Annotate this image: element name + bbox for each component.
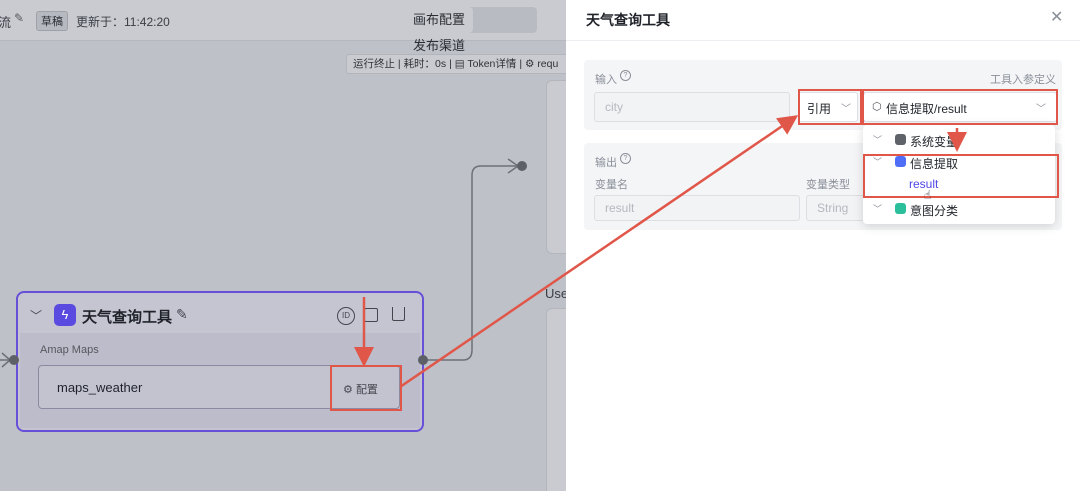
token-icon: ▤ xyxy=(454,58,465,70)
close-icon[interactable]: ✕ xyxy=(1050,7,1063,27)
settings-icon: ⚙ xyxy=(343,384,353,396)
input-label: 输入 xyxy=(595,74,617,86)
collapse-chevron-icon[interactable]: ﹀ xyxy=(30,307,42,324)
request-icon: ⚙ xyxy=(524,58,535,70)
delete-icon[interactable] xyxy=(392,307,405,321)
output-var-name-value: result xyxy=(605,201,635,215)
copy-icon[interactable] xyxy=(364,308,378,322)
result-highlight xyxy=(863,154,1059,198)
peek-panel-top xyxy=(546,80,566,254)
chevron-down-icon: ﹀ xyxy=(873,204,883,214)
chevron-down-icon: ﹀ xyxy=(873,135,883,145)
run-status: 运行终止 xyxy=(353,58,395,70)
workflow-canvas[interactable]: 流 ✎ 草稿 更新于：11:42:20 画布配置发布渠道 运行终止 | 耗时：0… xyxy=(0,0,566,491)
param-name-value: city xyxy=(605,100,623,114)
node-body: Amap Maps maps_weather ⚙ 配置 xyxy=(20,333,420,428)
rename-icon[interactable]: ✎ xyxy=(176,306,188,323)
tool-input-definition-label: 工具入参定义 xyxy=(990,74,1056,86)
node-subtitle: Amap Maps xyxy=(40,344,99,356)
run-status-bar: 运行终止 | 耗时：0s | ▤ Token详情 | ⚙ requ xyxy=(346,54,566,74)
output-var-name: result xyxy=(594,195,800,221)
tab-canvas-config[interactable]: 画布配置 xyxy=(405,7,474,33)
intent-classify-icon xyxy=(895,203,906,214)
peek-use-text: Use xyxy=(545,286,566,301)
tool-node[interactable]: ﹀ ϟ 天气查询工具 ✎ ID Amap Maps maps_weather ⚙… xyxy=(16,291,424,432)
config-button[interactable]: ⚙ 配置 xyxy=(343,381,378,397)
canvas-tab-group: 画布配置发布渠道 xyxy=(405,7,537,53)
reference-highlight xyxy=(862,89,1058,125)
col-var-type: 变量类型 xyxy=(806,179,850,191)
lightning-icon: ϟ xyxy=(54,304,76,326)
dropdown-item-label: 系统变量 xyxy=(910,135,959,149)
tool-config-drawer: 天气查询工具 ✕ 输入 ? 工具入参定义 city 引用 ﹀ ⬡ 信息提取/re… xyxy=(566,0,1080,491)
updated-time: 更新于：11:42:20 xyxy=(76,15,170,29)
request-label[interactable]: requ xyxy=(537,58,558,70)
mode-highlight xyxy=(798,89,862,125)
drawer-title: 天气查询工具 xyxy=(586,12,670,28)
canvas-topbar: 流 ✎ 草稿 更新于：11:42:20 画布配置发布渠道 xyxy=(0,0,566,53)
help-icon[interactable]: ? xyxy=(620,153,631,164)
node-title: 天气查询工具 xyxy=(82,309,173,326)
draft-badge: 草稿 xyxy=(36,11,68,31)
workflow-title: 流 xyxy=(0,15,12,30)
dropdown-item-system-vars[interactable]: ﹀ 系统变量 xyxy=(863,131,1055,149)
drawer-divider xyxy=(566,40,1080,41)
tool-name: maps_weather xyxy=(57,380,143,395)
edit-icon[interactable]: ✎ xyxy=(14,11,24,25)
help-icon[interactable]: ? xyxy=(620,70,631,81)
peek-panel-bottom xyxy=(546,308,566,491)
param-name-input[interactable]: city xyxy=(594,92,790,122)
dropdown-item-label: 意图分类 xyxy=(910,204,959,218)
system-vars-icon xyxy=(895,134,906,145)
config-label: 配置 xyxy=(355,384,378,396)
id-icon[interactable]: ID xyxy=(337,307,355,325)
output-var-type-value: String xyxy=(817,201,849,215)
hand-cursor-icon: ☝ xyxy=(924,188,932,202)
output-label: 输出 xyxy=(595,157,617,169)
token-detail-link[interactable]: Token详情 xyxy=(467,58,516,70)
dropdown-item-intent[interactable]: ﹀ 意图分类 xyxy=(863,200,1055,218)
col-var-name: 变量名 xyxy=(595,179,628,191)
run-duration: 耗时：0s xyxy=(403,58,447,70)
